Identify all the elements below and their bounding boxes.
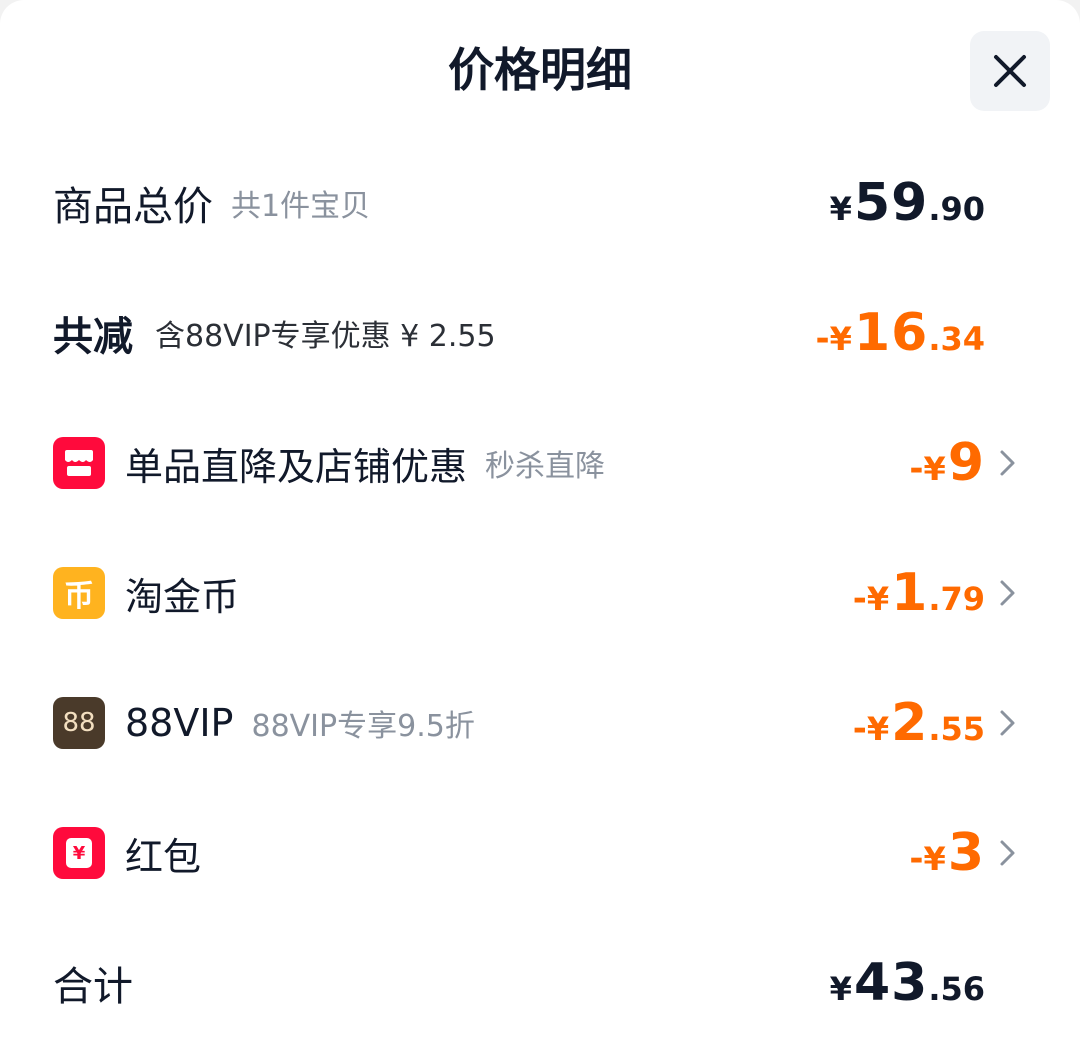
price-detail-sheet: 价格明细 商品总价 共1件宝贝 ¥59.90 共减 含88VIP专享优惠 ¥ 2… [0,0,1080,1062]
red-packet-icon: ¥ [53,827,105,879]
discount-amount: - ¥1.79 [852,563,985,623]
coin-icon: 币 [53,567,105,619]
coin-icon-glyph: 币 [64,579,94,614]
close-button[interactable] [970,31,1050,111]
discount-note: 秒杀直降 [485,449,606,484]
item-count-note: 共1件宝贝 [231,189,371,224]
vip-88-icon-glyph: 88 [62,708,96,738]
total-reduction-amount: - ¥16.34 [815,303,985,363]
discount-row-coins[interactable]: 币 淘金币 - ¥1.79 [0,543,1080,643]
page-title: 价格明细 [448,43,632,97]
discount-row-88vip[interactable]: 88 88VIP 88VIP专享9.5折 - ¥2.55 [0,673,1080,773]
chevron-right-icon [998,673,1018,773]
discount-label: 88VIP [125,701,234,745]
total-price-row: 商品总价 共1件宝贝 ¥59.90 [0,153,1080,253]
grand-total-row: 合计 ¥43.56 [0,933,1080,1033]
vip-88-icon: 88 [53,697,105,749]
discount-amount: - ¥2.55 [852,693,985,753]
red-packet-icon-glyph: ¥ [72,842,86,864]
grand-total-label: 合计 [53,964,133,1010]
discount-row-red-packet[interactable]: ¥ 红包 - ¥3 [0,803,1080,903]
discount-label: 红包 [125,834,202,879]
total-price-label: 商品总价 [53,184,213,230]
total-price-amount: ¥59.90 [829,173,985,233]
close-icon [994,55,1026,87]
discount-amount: - ¥3 [909,823,985,883]
store-icon [53,437,105,489]
total-reduction-row: 共减 含88VIP专享优惠 ¥ 2.55 - ¥16.34 [0,283,1080,383]
chevron-right-icon [998,543,1018,643]
discount-amount: - ¥9 [909,433,985,493]
grand-total-amount: ¥43.56 [829,953,985,1013]
discount-label: 淘金币 [125,574,240,619]
discount-row-store[interactable]: 单品直降及店铺优惠 秒杀直降 - ¥9 [0,413,1080,513]
discount-note: 88VIP专享9.5折 [251,709,475,744]
discount-label: 单品直降及店铺优惠 [125,444,468,489]
chevron-right-icon [998,803,1018,903]
vip-discount-note: 含88VIP专享优惠 ¥ 2.55 [155,319,496,354]
chevron-right-icon [998,413,1018,513]
total-reduction-label: 共减 [53,314,133,360]
